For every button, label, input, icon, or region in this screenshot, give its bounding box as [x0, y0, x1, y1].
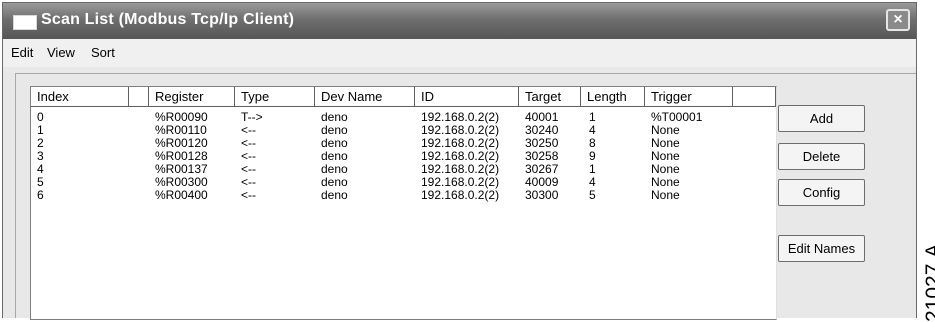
column-header-register[interactable]: Register [149, 87, 235, 107]
cell-register: %R00400 [155, 188, 208, 202]
menu-edit[interactable]: Edit [11, 45, 33, 60]
table-row[interactable]: 6 %R00400 <-- deno 192.168.0.2(2) 30300 … [31, 189, 776, 202]
close-button[interactable]: × [886, 9, 910, 31]
column-header-blank[interactable] [129, 87, 149, 107]
column-header-target[interactable]: Target [519, 87, 581, 107]
cell-target: 30300 [525, 188, 559, 202]
cell-id: 192.168.0.2(2) [421, 188, 500, 202]
column-header-trigger[interactable]: Trigger [645, 87, 733, 107]
cell-type: <-- [241, 188, 256, 202]
column-header-length[interactable]: Length [581, 87, 645, 107]
config-button[interactable]: Config [778, 179, 865, 206]
scan-list-table[interactable]: Index Register Type Dev Name ID Target L… [30, 86, 777, 320]
delete-button[interactable]: Delete [778, 143, 865, 170]
column-header-id[interactable]: ID [415, 87, 519, 107]
figure-id-label: 21027.A [922, 243, 935, 322]
menu-bar: Edit View Sort [3, 39, 916, 67]
column-header-filler [733, 87, 776, 107]
window-icon [13, 15, 37, 30]
column-header-dev-name[interactable]: Dev Name [315, 87, 415, 107]
add-button[interactable]: Add [778, 105, 865, 132]
close-icon: × [893, 11, 903, 28]
cell-index: 6 [37, 188, 44, 202]
title-bar[interactable]: Scan List (Modbus Tcp/Ip Client) × [3, 3, 916, 39]
cell-trigger: None [651, 188, 680, 202]
column-header-type[interactable]: Type [235, 87, 315, 107]
table-header: Index Register Type Dev Name ID Target L… [31, 87, 776, 107]
menu-view[interactable]: View [47, 45, 75, 60]
menu-sort[interactable]: Sort [91, 45, 115, 60]
cell-length: 5 [589, 188, 596, 202]
cell-dev-name: deno [321, 188, 348, 202]
scan-list-window: Scan List (Modbus Tcp/Ip Client) × Edit … [2, 2, 917, 320]
window-title: Scan List (Modbus Tcp/Ip Client) [41, 11, 295, 28]
column-header-index[interactable]: Index [31, 87, 129, 107]
edit-names-button[interactable]: Edit Names [778, 235, 865, 262]
